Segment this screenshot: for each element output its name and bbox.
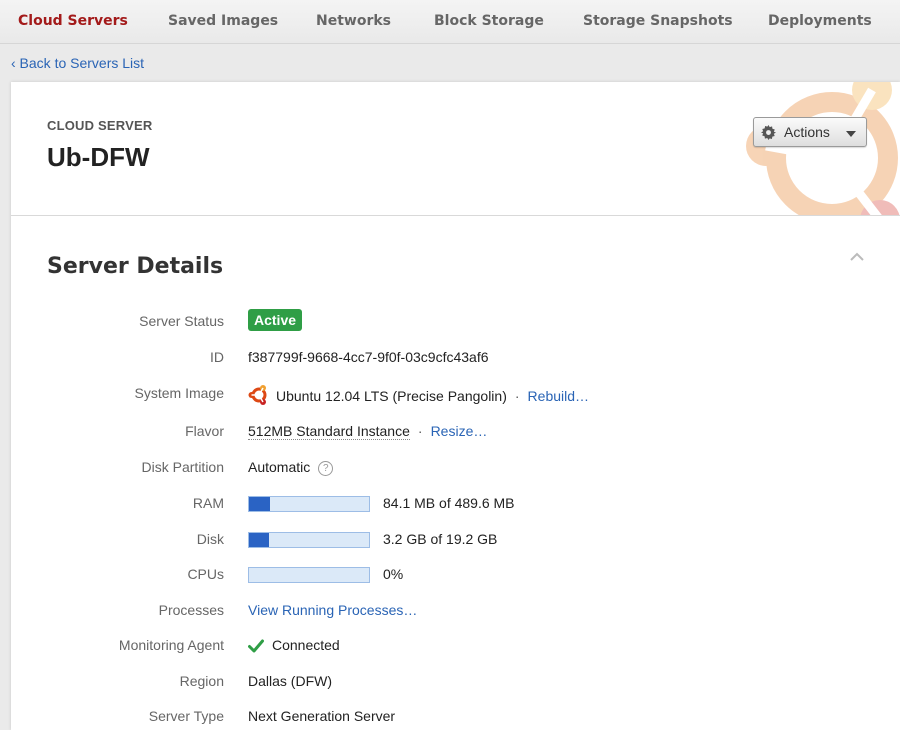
section-title: Server Details xyxy=(47,254,224,279)
ram-label: RAM xyxy=(192,495,224,511)
flavor-value: 512MB Standard Instance · Resize… xyxy=(248,423,488,440)
cpus-usage-text: 0% xyxy=(383,566,404,582)
back-to-servers-link[interactable]: ‹ Back to Servers List xyxy=(11,55,144,71)
monitoring-agent-value: Connected xyxy=(248,637,340,653)
system-image-value: Ubuntu 12.04 LTS (Precise Pangolin) · Rebu… xyxy=(248,385,589,405)
top-navigation: Cloud Servers Saved Images Networks Bloc… xyxy=(0,0,900,44)
row-region: Region Dallas (DFW) xyxy=(11,670,900,694)
resize-link[interactable]: Resize… xyxy=(431,423,488,439)
tab-cloud-servers[interactable]: Cloud Servers xyxy=(18,0,128,44)
row-cpus: CPUs 0% xyxy=(11,563,900,587)
separator-dot: · xyxy=(417,423,423,439)
tab-block-storage[interactable]: Block Storage xyxy=(434,0,544,44)
ram-usage-text: 84.1 MB of 489.6 MB xyxy=(383,495,515,511)
actions-button[interactable]: Actions xyxy=(753,117,867,147)
actions-label: Actions xyxy=(784,124,830,140)
server-type-value: Next Generation Server xyxy=(248,708,396,724)
flavor-name: 512MB Standard Instance xyxy=(248,423,410,440)
monitoring-status-text: Connected xyxy=(272,637,340,653)
server-header: CLOUD SERVER Ub-DFW Actions xyxy=(11,82,900,216)
row-ram: RAM 84.1 MB of 489.6 MB xyxy=(11,492,900,516)
disk-progress-bar xyxy=(248,532,370,548)
system-image-name: Ubuntu 12.04 LTS (Precise Pangolin) xyxy=(276,388,507,404)
server-type-label: Server Type xyxy=(148,708,224,724)
row-disk-partition: Disk Partition Automatic? xyxy=(11,456,900,480)
help-icon[interactable]: ? xyxy=(318,461,334,476)
ram-progress-bar xyxy=(248,496,370,512)
cpus-label: CPUs xyxy=(187,566,224,582)
disk-partition-label: Disk Partition xyxy=(141,459,224,475)
tab-saved-images[interactable]: Saved Images xyxy=(168,0,278,44)
row-disk: Disk 3.2 GB of 19.2 GB xyxy=(11,528,900,552)
cpus-progress-bar xyxy=(248,567,370,583)
region-value: Dallas (DFW) xyxy=(248,673,332,689)
disk-label: Disk xyxy=(196,531,224,547)
chevron-up-icon[interactable] xyxy=(849,252,865,262)
server-status-label: Server Status xyxy=(139,313,224,329)
processes-value: View Running Processes… xyxy=(248,602,417,618)
ram-bar-fill xyxy=(249,497,270,511)
row-monitoring-agent: Monitoring Agent Connected xyxy=(11,634,900,658)
disk-partition-text: Automatic xyxy=(248,459,311,475)
row-system-image: System Image Ubuntu 12.04 LTS (Precise P… xyxy=(11,382,900,406)
monitoring-agent-label: Monitoring Agent xyxy=(118,637,224,653)
ubuntu-logo-icon xyxy=(248,385,267,405)
disk-usage-text: 3.2 GB of 19.2 GB xyxy=(383,531,498,547)
disk-partition-value: Automatic? xyxy=(248,459,334,477)
checkmark-icon xyxy=(248,639,264,653)
gear-icon xyxy=(761,125,776,140)
ubuntu-watermark-icon xyxy=(746,82,900,215)
row-id: ID f387799f-9668-4cc7-9f0f-03c9cfc43af6 xyxy=(11,346,900,370)
server-status-value: Active xyxy=(248,309,303,335)
status-badge: Active xyxy=(248,309,303,331)
separator-dot: · xyxy=(514,388,520,404)
region-label: Region xyxy=(179,673,224,689)
page-title: Ub-DFW xyxy=(47,142,150,172)
row-flavor: Flavor 512MB Standard Instance · Resize… xyxy=(11,420,900,444)
tab-storage-snapshots[interactable]: Storage Snapshots xyxy=(583,0,733,44)
server-panel: CLOUD SERVER Ub-DFW Actions Server Detai… xyxy=(11,82,900,730)
flavor-label: Flavor xyxy=(185,423,224,439)
processes-label: Processes xyxy=(158,602,224,618)
row-processes: Processes View Running Processes… xyxy=(11,599,900,623)
id-value: f387799f-9668-4cc7-9f0f-03c9cfc43af6 xyxy=(248,349,489,365)
system-image-label: System Image xyxy=(134,385,224,401)
page-eyebrow: CLOUD SERVER xyxy=(47,118,153,133)
tab-deployments[interactable]: Deployments xyxy=(768,0,872,44)
tab-networks[interactable]: Networks xyxy=(316,0,391,44)
id-label: ID xyxy=(210,349,224,365)
row-server-type: Server Type Next Generation Server xyxy=(11,705,900,729)
row-server-status: Server Status Active xyxy=(11,309,900,335)
view-processes-link[interactable]: View Running Processes… xyxy=(248,602,417,618)
rebuild-link[interactable]: Rebuild… xyxy=(528,388,589,404)
caret-down-icon xyxy=(846,131,856,137)
disk-bar-fill xyxy=(249,533,270,547)
